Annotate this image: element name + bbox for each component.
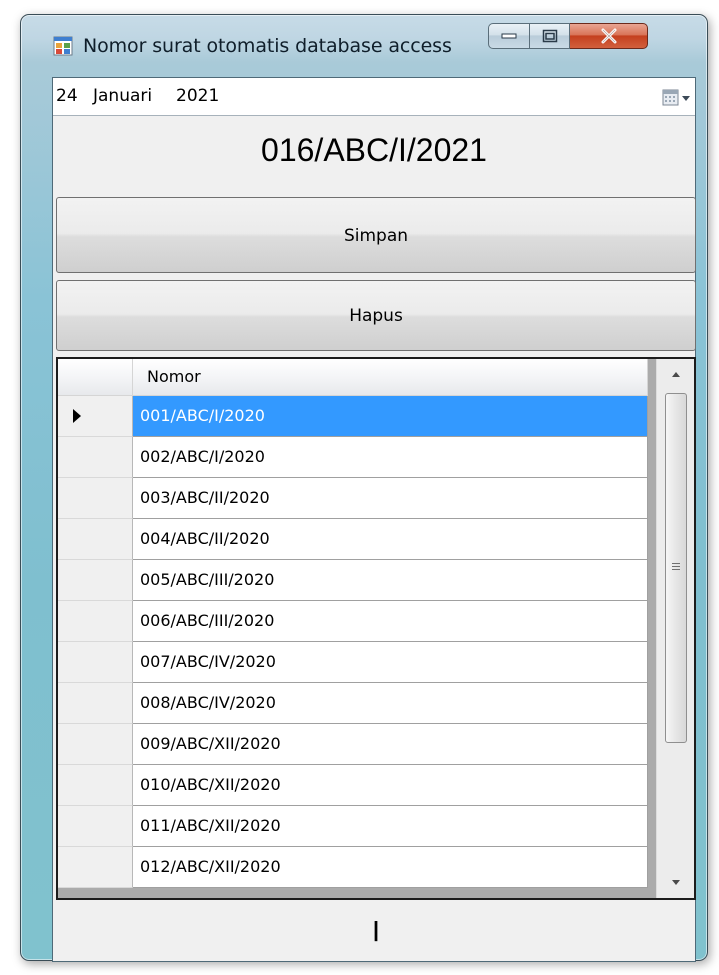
client-area: 24 Januari 2021 016/ABC/I/2021 Simpan Ha… (52, 77, 696, 962)
row-header[interactable] (58, 683, 133, 724)
close-icon (601, 28, 616, 44)
row-header[interactable] (58, 601, 133, 642)
date-month[interactable]: Januari (93, 86, 152, 106)
form-app-icon (53, 36, 73, 56)
caption-buttons (488, 23, 648, 51)
maximize-icon (542, 29, 557, 43)
nomor-cell[interactable]: 001/ABC/I/2020 (133, 396, 648, 437)
column-header-nomor[interactable]: Nomor (133, 359, 648, 395)
nomor-cell[interactable]: 004/ABC/II/2020 (133, 519, 648, 560)
row-header[interactable] (58, 519, 133, 560)
table-row[interactable]: 002/ABC/I/2020 (58, 437, 648, 478)
save-button[interactable]: Simpan (56, 197, 696, 273)
table-row[interactable]: 011/ABC/XII/2020 (58, 806, 648, 847)
date-day[interactable]: 24 (56, 86, 78, 106)
table-row[interactable]: 010/ABC/XII/2020 (58, 765, 648, 806)
scroll-grip-icon (672, 563, 680, 564)
row-header[interactable] (58, 478, 133, 519)
table-row[interactable]: 004/ABC/II/2020 (58, 519, 648, 560)
row-header[interactable] (58, 437, 133, 478)
table-row[interactable]: 008/ABC/IV/2020 (58, 683, 648, 724)
nomor-cell[interactable]: 002/ABC/I/2020 (133, 437, 648, 478)
nomor-cell[interactable]: 009/ABC/XII/2020 (133, 724, 648, 765)
maximize-button[interactable] (530, 23, 570, 49)
scroll-down-icon[interactable] (657, 868, 695, 898)
nomor-cell[interactable]: 003/ABC/II/2020 (133, 478, 648, 519)
row-header-corner[interactable] (58, 359, 133, 395)
table-row[interactable]: 005/ABC/III/2020 (58, 560, 648, 601)
title-bar[interactable]: Nomor surat otomatis database access (21, 15, 707, 67)
scroll-thumb[interactable] (665, 393, 687, 743)
nomor-cell[interactable]: 012/ABC/XII/2020 (133, 847, 648, 888)
close-button[interactable] (570, 23, 648, 49)
nomor-cell[interactable]: 005/ABC/III/2020 (133, 560, 648, 601)
nomor-cell[interactable]: 006/ABC/III/2020 (133, 601, 648, 642)
table-row[interactable]: 007/ABC/IV/2020 (58, 642, 648, 683)
nomor-cell[interactable]: 008/ABC/IV/2020 (133, 683, 648, 724)
row-header[interactable] (58, 847, 133, 888)
app-window: Nomor surat otomatis database access 24 … (20, 14, 708, 962)
table-row[interactable]: 006/ABC/III/2020 (58, 601, 648, 642)
current-row-arrow-icon (73, 409, 81, 423)
minimize-icon (501, 33, 517, 39)
nomor-cell[interactable]: 007/ABC/IV/2020 (133, 642, 648, 683)
minimize-button[interactable] (488, 23, 530, 49)
date-picker[interactable]: 24 Januari 2021 (53, 78, 695, 116)
data-grid[interactable]: Nomor 001/ABC/I/2020 002/ABC/I/2020 003/AB… (56, 357, 696, 900)
scroll-up-icon[interactable] (657, 359, 695, 389)
calendar-dropdown-icon[interactable] (661, 87, 693, 109)
grid-header: Nomor (58, 359, 648, 396)
row-header[interactable] (58, 560, 133, 601)
row-header[interactable] (58, 724, 133, 765)
generated-number: 016/ABC/I/2021 (261, 132, 487, 168)
date-year[interactable]: 2021 (176, 86, 219, 106)
table-row[interactable]: 012/ABC/XII/2020 (58, 847, 648, 888)
row-header[interactable] (58, 806, 133, 847)
delete-button[interactable]: Hapus (56, 280, 696, 351)
row-header[interactable] (58, 396, 133, 437)
table-row[interactable]: 003/ABC/II/2020 (58, 478, 648, 519)
table-row[interactable]: 001/ABC/I/2020 (58, 396, 648, 437)
table-row[interactable]: 009/ABC/XII/2020 (58, 724, 648, 765)
nomor-cell[interactable]: 010/ABC/XII/2020 (133, 765, 648, 806)
status-label: I (371, 915, 381, 948)
nomor-cell[interactable]: 011/ABC/XII/2020 (133, 806, 648, 847)
vertical-scrollbar[interactable] (656, 359, 695, 898)
row-header[interactable] (58, 642, 133, 683)
window-title: Nomor surat otomatis database access (83, 35, 452, 57)
row-header[interactable] (58, 765, 133, 806)
grid-rows: 001/ABC/I/2020 002/ABC/I/2020 003/ABC/II/2… (58, 396, 648, 888)
